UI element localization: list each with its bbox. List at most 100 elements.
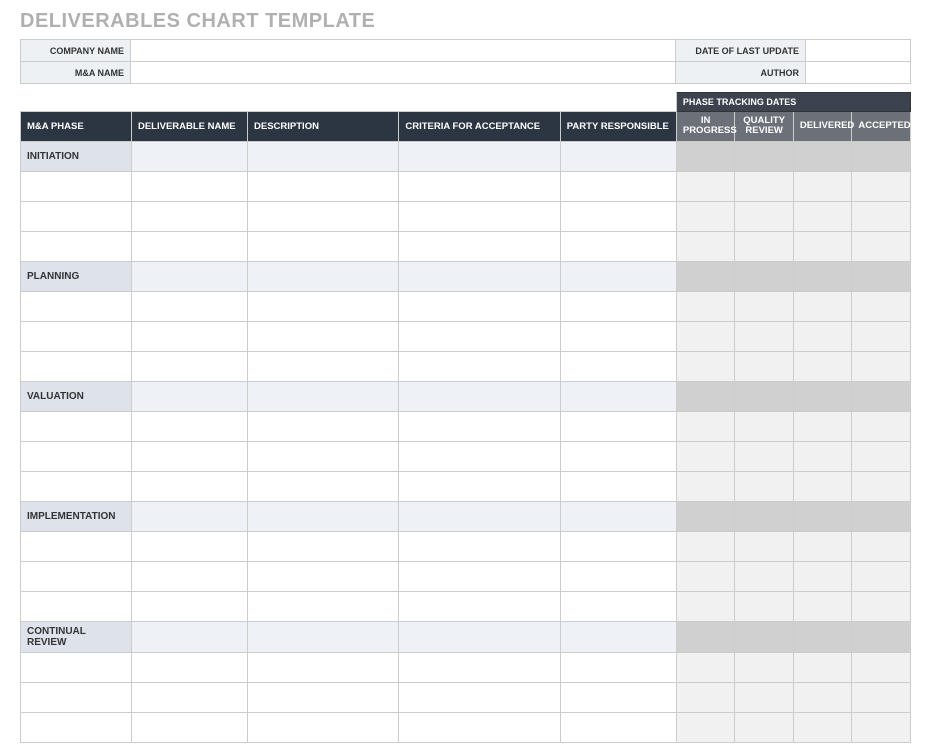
cell[interactable] xyxy=(735,531,794,561)
cell[interactable] xyxy=(793,201,852,231)
author-value[interactable] xyxy=(806,62,911,84)
cell[interactable] xyxy=(852,141,911,171)
cell[interactable] xyxy=(852,411,911,441)
cell[interactable] xyxy=(21,411,132,441)
cell[interactable] xyxy=(399,351,560,381)
cell[interactable] xyxy=(735,501,794,531)
cell[interactable] xyxy=(21,682,132,712)
cell[interactable] xyxy=(676,652,735,682)
cell[interactable] xyxy=(560,141,676,171)
cell[interactable] xyxy=(676,531,735,561)
cell[interactable] xyxy=(676,231,735,261)
cell[interactable] xyxy=(399,171,560,201)
cell[interactable] xyxy=(676,712,735,742)
cell[interactable] xyxy=(735,171,794,201)
cell[interactable] xyxy=(131,291,247,321)
cell[interactable] xyxy=(793,381,852,411)
cell[interactable] xyxy=(248,141,399,171)
cell[interactable] xyxy=(131,201,247,231)
cell[interactable] xyxy=(131,621,247,652)
cell[interactable] xyxy=(852,441,911,471)
cell[interactable] xyxy=(793,682,852,712)
cell[interactable] xyxy=(560,652,676,682)
cell[interactable] xyxy=(21,561,132,591)
cell[interactable] xyxy=(21,591,132,621)
cell[interactable] xyxy=(793,141,852,171)
cell[interactable] xyxy=(399,411,560,441)
cell[interactable] xyxy=(131,171,247,201)
cell[interactable] xyxy=(793,231,852,261)
cell[interactable] xyxy=(676,471,735,501)
cell[interactable] xyxy=(852,381,911,411)
cell[interactable] xyxy=(852,261,911,291)
cell[interactable] xyxy=(793,531,852,561)
cell[interactable] xyxy=(793,261,852,291)
cell[interactable] xyxy=(735,381,794,411)
cell[interactable] xyxy=(131,561,247,591)
cell[interactable] xyxy=(735,411,794,441)
cell[interactable] xyxy=(399,712,560,742)
cell[interactable] xyxy=(399,231,560,261)
cell[interactable] xyxy=(793,712,852,742)
cell[interactable] xyxy=(852,351,911,381)
cell[interactable] xyxy=(399,591,560,621)
cell[interactable] xyxy=(735,441,794,471)
cell[interactable] xyxy=(248,291,399,321)
cell[interactable] xyxy=(131,141,247,171)
cell[interactable] xyxy=(852,201,911,231)
cell[interactable] xyxy=(399,561,560,591)
cell[interactable] xyxy=(131,501,247,531)
cell[interactable] xyxy=(852,471,911,501)
cell[interactable] xyxy=(676,441,735,471)
cell[interactable] xyxy=(21,231,132,261)
cell[interactable] xyxy=(560,471,676,501)
cell[interactable] xyxy=(560,201,676,231)
cell[interactable] xyxy=(852,321,911,351)
cell[interactable] xyxy=(248,682,399,712)
cell[interactable] xyxy=(399,501,560,531)
cell[interactable] xyxy=(676,621,735,652)
cell[interactable] xyxy=(676,351,735,381)
cell[interactable] xyxy=(793,411,852,441)
cell[interactable] xyxy=(248,261,399,291)
cell[interactable] xyxy=(560,411,676,441)
cell[interactable] xyxy=(248,351,399,381)
ma-name-value[interactable] xyxy=(131,62,676,84)
cell[interactable] xyxy=(735,591,794,621)
cell[interactable] xyxy=(735,141,794,171)
cell[interactable] xyxy=(560,591,676,621)
cell[interactable] xyxy=(852,712,911,742)
cell[interactable] xyxy=(676,321,735,351)
cell[interactable] xyxy=(735,231,794,261)
cell[interactable] xyxy=(852,621,911,652)
cell[interactable] xyxy=(560,381,676,411)
cell[interactable] xyxy=(560,441,676,471)
cell[interactable] xyxy=(676,291,735,321)
cell[interactable] xyxy=(399,471,560,501)
cell[interactable] xyxy=(560,321,676,351)
cell[interactable] xyxy=(676,171,735,201)
cell[interactable] xyxy=(21,321,132,351)
cell[interactable] xyxy=(735,471,794,501)
cell[interactable] xyxy=(793,501,852,531)
cell[interactable] xyxy=(676,261,735,291)
cell[interactable] xyxy=(131,652,247,682)
cell[interactable] xyxy=(560,261,676,291)
cell[interactable] xyxy=(21,441,132,471)
cell[interactable] xyxy=(676,591,735,621)
cell[interactable] xyxy=(560,171,676,201)
cell[interactable] xyxy=(735,712,794,742)
cell[interactable] xyxy=(560,561,676,591)
cell[interactable] xyxy=(852,291,911,321)
cell[interactable] xyxy=(560,501,676,531)
cell[interactable] xyxy=(793,471,852,501)
cell[interactable] xyxy=(793,652,852,682)
cell[interactable] xyxy=(560,621,676,652)
cell[interactable] xyxy=(21,652,132,682)
cell[interactable] xyxy=(560,682,676,712)
cell[interactable] xyxy=(793,321,852,351)
cell[interactable] xyxy=(248,441,399,471)
cell[interactable] xyxy=(248,591,399,621)
cell[interactable] xyxy=(248,501,399,531)
cell[interactable] xyxy=(248,411,399,441)
